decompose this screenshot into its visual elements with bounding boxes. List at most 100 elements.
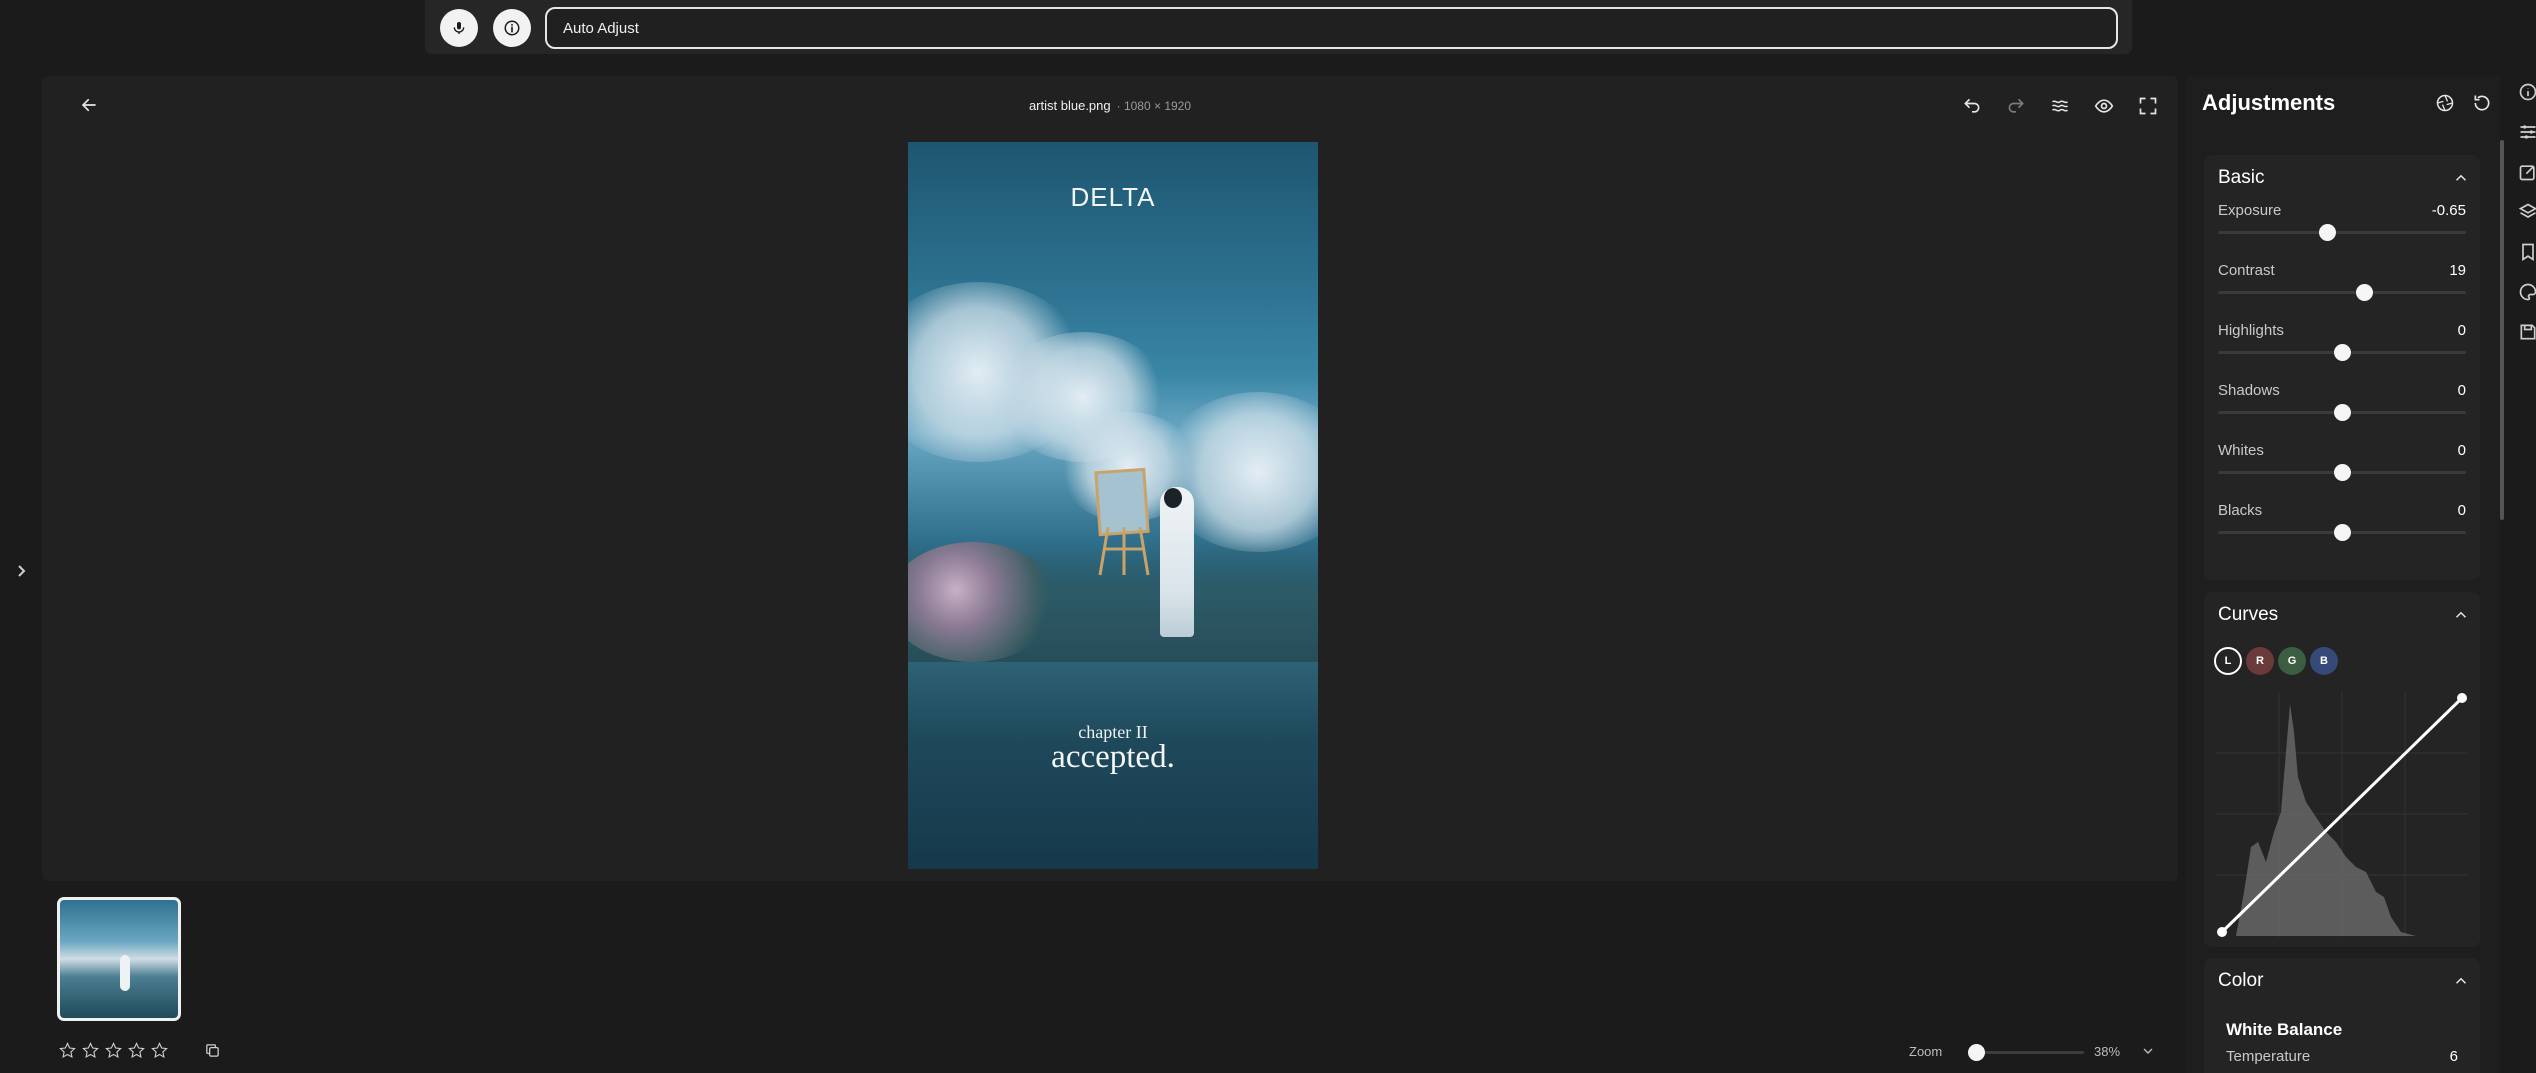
reset-icon xyxy=(2474,95,2490,111)
star-icon xyxy=(150,1041,168,1058)
painter-figure xyxy=(1160,487,1194,637)
right-icon-rail xyxy=(2512,76,2536,1073)
slider-knob[interactable] xyxy=(2333,344,2351,361)
slider-value: 0 xyxy=(2457,502,2466,519)
editor-canvas-area: artist blue.png · 1080 × 1920 DELTA chap… xyxy=(42,76,2178,881)
curves-section: Curves L R G B xyxy=(2204,592,2480,947)
channel-b-button[interactable]: B xyxy=(2310,647,2338,675)
waveform-button[interactable] xyxy=(2044,90,2076,122)
slider-value: 19 xyxy=(2449,262,2466,279)
slider-shadows: Shadows 0 xyxy=(2218,382,2466,442)
star-icon xyxy=(104,1041,122,1058)
channel-g-button[interactable]: G xyxy=(2278,647,2306,675)
temperature-label: Temperature xyxy=(2226,1048,2311,1065)
slider-whites: Whites 0 xyxy=(2218,442,2466,502)
easel xyxy=(1094,467,1150,576)
temperature-value: 6 xyxy=(2449,1048,2458,1065)
slider-knob[interactable] xyxy=(2333,524,2351,541)
info-icon[interactable] xyxy=(2518,82,2536,102)
command-bar: Auto Adjust xyxy=(425,0,2132,54)
painter-head xyxy=(1164,488,1182,508)
copy-icon xyxy=(206,1044,219,1057)
layers-icon[interactable] xyxy=(2518,202,2536,222)
preview-button[interactable] xyxy=(2088,90,2120,122)
thumbnail-figure xyxy=(120,955,130,991)
edit-icon[interactable] xyxy=(2518,162,2536,182)
fullscreen-icon xyxy=(2139,97,2157,115)
palette-icon[interactable] xyxy=(2518,282,2536,302)
editor-toolbar xyxy=(1956,90,2164,122)
filmstrip-thumbnail[interactable] xyxy=(57,897,181,1021)
microphone-icon xyxy=(453,22,465,34)
curve-channels: L R G B xyxy=(2214,642,2344,680)
undo-icon xyxy=(1964,98,1980,113)
slider-label: Shadows xyxy=(2218,382,2280,399)
slider-exposure: Exposure -0.65 xyxy=(2218,202,2466,262)
slider-value: 0 xyxy=(2457,382,2466,399)
panel-scrollbar[interactable] xyxy=(2500,140,2504,520)
sliders-icon[interactable] xyxy=(2518,122,2536,142)
slider-highlights: Highlights 0 xyxy=(2218,322,2466,382)
channel-r-button[interactable]: R xyxy=(2246,647,2274,675)
star-icon xyxy=(81,1041,99,1058)
reset-button[interactable] xyxy=(2469,90,2495,116)
rating-stars xyxy=(58,1041,168,1059)
command-input[interactable]: Auto Adjust xyxy=(545,7,2118,49)
left-panel-toggle[interactable] xyxy=(14,560,30,582)
slider-knob[interactable] xyxy=(2318,224,2336,241)
basic-collapse-button[interactable] xyxy=(2452,169,2470,187)
curve-point-black xyxy=(2217,927,2227,937)
microphone-button[interactable] xyxy=(440,9,478,47)
slider-knob[interactable] xyxy=(2333,404,2351,421)
curve-editor[interactable] xyxy=(2216,692,2468,937)
color-collapse-button[interactable] xyxy=(2452,972,2470,990)
white-balance-heading: White Balance xyxy=(2226,1020,2343,1039)
curves-collapse-button[interactable] xyxy=(2452,606,2470,624)
slider-contrast: Contrast 19 xyxy=(2218,262,2466,322)
star-2[interactable] xyxy=(81,1041,99,1059)
zoom-menu-button[interactable] xyxy=(2140,1043,2160,1061)
chevron-up-icon xyxy=(2455,611,2467,618)
aperture-icon xyxy=(2436,94,2454,112)
bookmark-icon[interactable] xyxy=(2518,242,2536,262)
redo-button[interactable] xyxy=(2000,90,2032,122)
histogram xyxy=(2236,704,2416,936)
info-button[interactable] xyxy=(493,9,531,47)
undo-button[interactable] xyxy=(1956,90,1988,122)
star-1[interactable] xyxy=(58,1041,76,1059)
chevron-down-icon xyxy=(2143,1048,2153,1054)
zoom-label: Zoom xyxy=(1909,1044,1943,1059)
adjustments-title: Adjustments xyxy=(2202,90,2336,115)
save-icon[interactable] xyxy=(2518,322,2536,342)
curve-point-white xyxy=(2457,693,2467,703)
slider-value: -0.65 xyxy=(2431,202,2466,219)
star-4[interactable] xyxy=(127,1041,145,1059)
slider-label: Whites xyxy=(2218,442,2264,459)
basic-heading: Basic xyxy=(2218,167,2265,188)
channel-l-button[interactable]: L xyxy=(2214,647,2242,675)
slider-label: Exposure xyxy=(2218,202,2282,219)
slider-track[interactable] xyxy=(2218,231,2466,234)
zoom-slider-knob[interactable] xyxy=(1968,1044,1985,1061)
main-image[interactable]: DELTA chapter II accepted. xyxy=(908,142,1318,869)
star-5[interactable] xyxy=(150,1041,168,1059)
presets-button[interactable] xyxy=(2432,90,2458,116)
file-title: artist blue.png · 1080 × 1920 xyxy=(42,98,2178,113)
file-name: artist blue.png xyxy=(1028,98,1111,113)
star-3[interactable] xyxy=(104,1041,122,1059)
image-title-text: DELTA xyxy=(1070,182,1156,212)
zoom-value: 38% xyxy=(2094,1044,2121,1059)
star-icon xyxy=(127,1041,145,1058)
slider-knob[interactable] xyxy=(2355,284,2373,301)
slider-knob[interactable] xyxy=(2333,464,2351,481)
copy-button[interactable] xyxy=(204,1042,222,1060)
fullscreen-button[interactable] xyxy=(2132,90,2164,122)
slider-track[interactable] xyxy=(2218,291,2466,294)
color-heading: Color xyxy=(2218,970,2264,991)
waves-icon xyxy=(2051,100,2069,112)
slider-value: 0 xyxy=(2457,322,2466,339)
image-dimensions: · 1080 × 1920 xyxy=(1116,99,1192,113)
info-icon xyxy=(504,20,520,36)
zoom-slider[interactable] xyxy=(1974,1051,2084,1054)
curves-heading: Curves xyxy=(2218,604,2279,625)
